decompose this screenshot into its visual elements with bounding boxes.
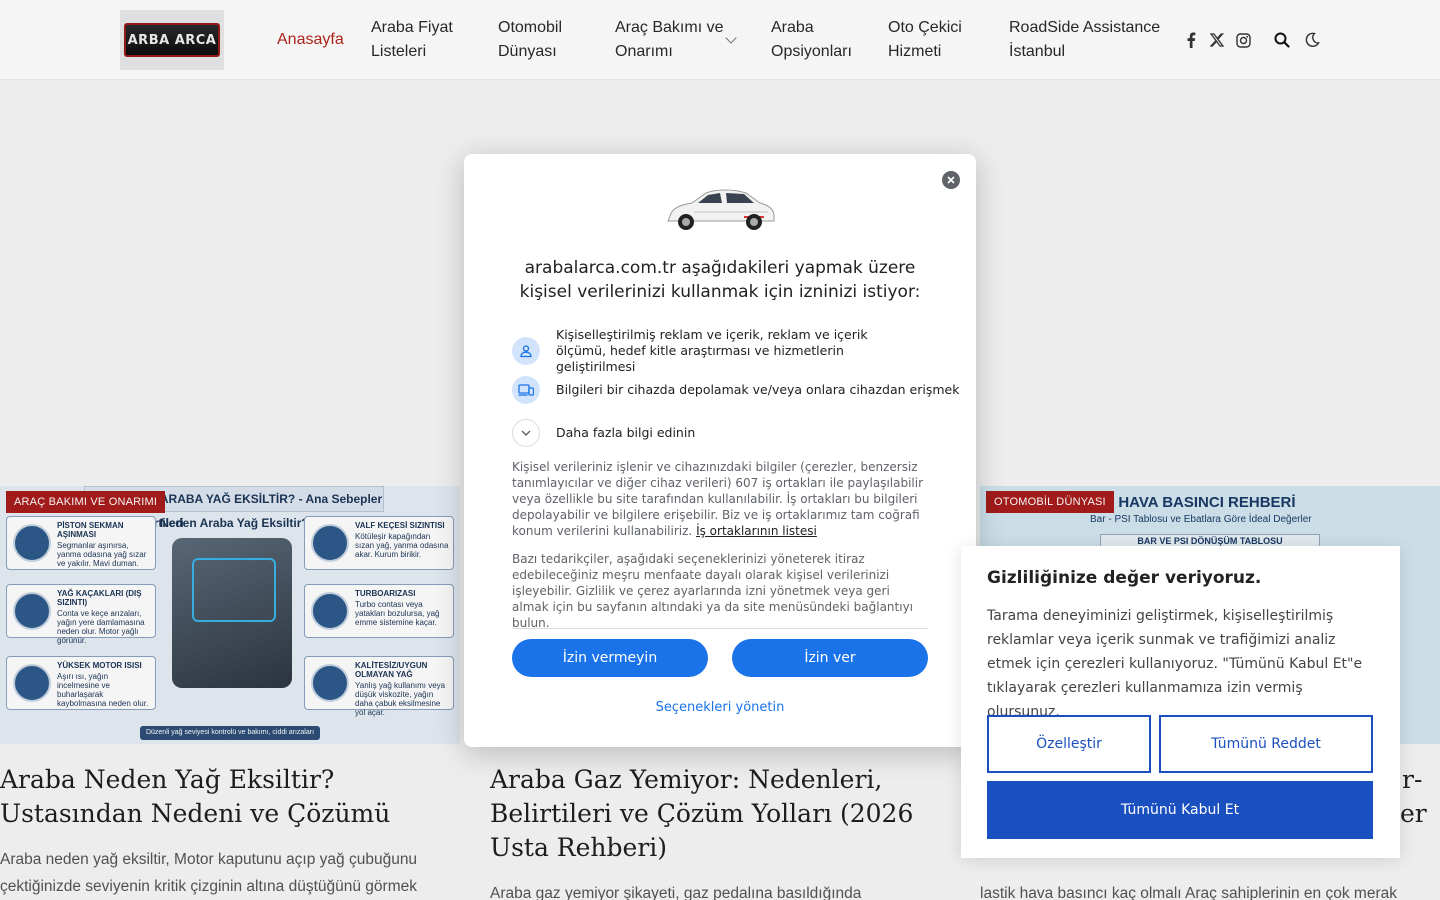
partners-list-link[interactable]: İş ortaklarının listesi xyxy=(696,524,817,538)
deny-button[interactable]: İzin vermeyin xyxy=(512,639,708,677)
accept-all-button[interactable]: Tümünü Kabul Et xyxy=(987,781,1373,839)
reject-all-button[interactable]: Tümünü Reddet xyxy=(1159,715,1373,773)
purpose-device-storage: Bilgileri bir cihazda depolamak ve/veya … xyxy=(512,376,959,404)
cookie-title: Gizliliğinize değer veriyoruz. xyxy=(987,568,1262,588)
more-info-label[interactable]: Daha fazla bilgi edinin xyxy=(556,425,695,441)
purpose-text: Kişiselleştirilmiş reklam ve içerik, rek… xyxy=(556,327,868,374)
chevron-down-icon[interactable] xyxy=(512,419,540,447)
close-icon xyxy=(947,176,955,184)
devices-icon xyxy=(512,376,540,404)
customize-button[interactable]: Özelleştir xyxy=(987,715,1151,773)
more-info-toggle[interactable]: Daha fazla bilgi edinin xyxy=(512,419,695,447)
divider xyxy=(512,628,928,629)
cookie-text: Tarama deneyiminizi geliştirmek, kişisel… xyxy=(987,608,1363,720)
consent-paragraph-1: Kişisel verileriniz işlenir ve cihazınız… xyxy=(512,460,924,538)
consent-paragraph-2: Bazı tedarikçiler, aşağıdaki seçenekleri… xyxy=(512,552,914,630)
allow-button[interactable]: İzin ver xyxy=(732,639,928,677)
manage-options-link[interactable]: Seçenekleri yönetin xyxy=(464,700,976,715)
car-logo xyxy=(667,189,775,230)
close-button[interactable] xyxy=(942,171,960,189)
cookie-banner: Gizliliğinize değer veriyoruz. Tarama de… xyxy=(961,546,1400,858)
person-icon xyxy=(512,337,540,365)
purpose-text: Bilgileri bir cihazda depolamak ve/veya … xyxy=(556,382,960,397)
consent-title: arabalarca.com.tr aşağıdakileri yapmak ü… xyxy=(519,258,921,302)
consent-dialog: arabalarca.com.tr aşağıdakileri yapmak ü… xyxy=(464,154,976,747)
purpose-personalized-ads: Kişiselleştirilmiş reklam ve içerik, rek… xyxy=(512,327,916,375)
